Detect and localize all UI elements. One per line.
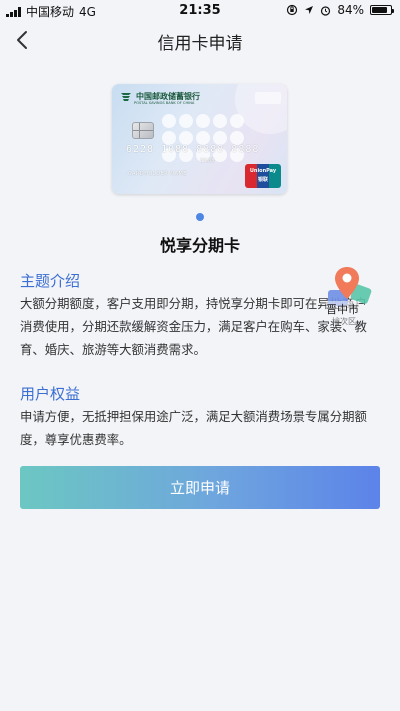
card-dot — [230, 131, 244, 145]
unionpay-brand: UnionPay — [249, 168, 277, 174]
section-title-intro: 主题介绍 — [20, 272, 81, 290]
location-sub-label: 榆次区 — [332, 317, 356, 326]
unionpay-logo-icon: UnionPay 银联 — [245, 164, 281, 188]
card-dot — [213, 114, 227, 128]
location-arrow-icon — [305, 6, 314, 14]
section-title-benefits: 用户权益 — [20, 385, 81, 403]
status-bar: 中国移动 4G 21:35 84% — [0, 0, 400, 20]
card-dot — [162, 114, 176, 128]
card-bank-name: 中国邮政储蓄银行 — [136, 91, 200, 101]
bank-logo-icon — [121, 93, 131, 101]
card-dot — [196, 131, 210, 145]
nav-bar: 信用卡申请 — [0, 20, 400, 60]
card-badge — [255, 92, 281, 104]
status-right: 84% — [286, 3, 394, 17]
card-expiry: 88/88 — [200, 158, 215, 164]
page-title: 信用卡申请 — [157, 34, 243, 54]
card-dot — [196, 114, 210, 128]
apply-button[interactable]: 立即申请 — [20, 466, 380, 509]
card-dot — [179, 131, 193, 145]
section-body-benefits: 申请方便，无抵押担保用途广泛，满足大额消费场景专属分期额度，尊享优惠费率。 — [20, 409, 367, 447]
battery-percent: 84% — [337, 3, 364, 17]
card-dot — [230, 114, 244, 128]
battery-fill — [372, 7, 388, 13]
location-overlay[interactable]: 晋中市 榆次区 — [326, 266, 374, 328]
unionpay-brand-cn: 银联 — [257, 177, 268, 183]
map-pin-icon — [335, 267, 359, 299]
card-dot — [162, 131, 176, 145]
location-label: 晋中市 — [326, 301, 359, 317]
card-holder: CARDHOLDER NAME — [128, 171, 187, 177]
card-number: 6228 1088 8888 8888 — [126, 144, 260, 155]
card-bank-name-en: POSTAL SAVINGS BANK OF CHINA — [134, 101, 195, 105]
card-chip-icon — [132, 122, 154, 139]
battery-icon — [370, 5, 394, 15]
credit-card-image: 中国邮政储蓄银行 POSTAL SAVINGS BANK OF CHINA 62… — [112, 84, 287, 194]
card-dot — [213, 131, 227, 145]
alarm-icon — [321, 5, 331, 16]
carousel-indicator[interactable] — [196, 213, 204, 221]
card-name: 悦享分期卡 — [159, 236, 240, 255]
card-dot — [179, 114, 193, 128]
section-body-intro: 大额分期额度，客户支用即分期，持悦享分期卡即可在异地商户消费使用，分期还款缓解资… — [20, 296, 367, 357]
unionpay-text: UnionPay 银联 — [245, 164, 281, 188]
lock-rotation-icon — [287, 4, 298, 16]
